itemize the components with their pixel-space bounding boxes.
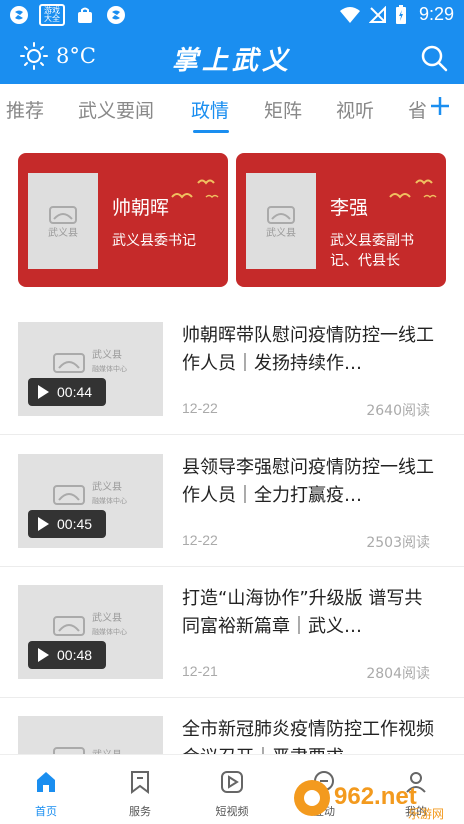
tab-wuyi-news[interactable]: 武义要闻 (78, 96, 154, 123)
add-channel-button[interactable] (426, 92, 454, 120)
app-screen: 游戏大全 9:29 8°C 掌上武义 推荐 武义要闻 政情 矩阵 视听 省 武义… (0, 0, 464, 824)
media-center-logo: 武义县 (52, 744, 122, 754)
tab-province[interactable]: 省 (408, 96, 427, 123)
tab-politics[interactable]: 政情 (191, 96, 229, 123)
sync-app-icon-2 (105, 4, 127, 26)
media-center-logo-icon (53, 616, 85, 636)
no-signal-icon (368, 5, 386, 23)
tab-audio-visual[interactable]: 视听 (336, 96, 374, 123)
video-duration-badge: 00:48 (28, 641, 106, 669)
play-icon (38, 517, 49, 531)
channel-tabs: 推荐 武义要闻 政情 矩阵 视听 省 (0, 84, 464, 136)
news-date: 12-21 (182, 663, 218, 679)
nav-home[interactable]: 首页 (6, 769, 86, 819)
video-thumbnail[interactable]: 武义县融媒体中心 00:44 (18, 322, 163, 416)
nav-service-label: 服务 (129, 805, 151, 818)
status-bar: 游戏大全 9:29 (0, 0, 464, 32)
leader-card[interactable]: 武义县 帅朝晖 武义县委书记 (18, 153, 228, 287)
watermark-logo-icon: 962.net 乐游网 (294, 780, 444, 821)
news-title[interactable]: 打造“山海协作”升级版 谱写共同富裕新篇章｜武义… (182, 585, 440, 641)
logo-line1: 武义县 (48, 228, 78, 239)
nav-short-video-label: 短视频 (215, 805, 249, 818)
logo-line1: 武义县 (266, 228, 296, 239)
system-icons: 9:29 (339, 4, 454, 25)
logo-line2: 融媒体中心 (92, 627, 127, 636)
logo-line2: 融媒体中心 (92, 496, 127, 505)
video-thumbnail[interactable]: 武义县 (18, 716, 163, 754)
leader-title: 武义县委副书记、代县长 (330, 233, 414, 269)
leader-title: 武义县委书记 (112, 233, 196, 249)
play-icon (38, 385, 49, 399)
app-logo-title: 掌上武义 (171, 46, 292, 76)
nav-service[interactable]: 服务 (100, 769, 180, 819)
search-button[interactable] (418, 42, 450, 74)
media-center-logo-icon (49, 206, 77, 224)
birds-decoration-icon (389, 179, 437, 199)
news-read-count: 2503阅读 (366, 535, 430, 551)
media-center-logo-icon (53, 747, 85, 754)
watermark-subtext: 乐游网 (408, 807, 444, 821)
plus-icon (431, 97, 449, 115)
notification-icons: 游戏大全 (8, 4, 127, 26)
play-icon (38, 648, 49, 662)
tab-recommend[interactable]: 推荐 (6, 96, 44, 123)
battery-charging-icon (395, 4, 406, 24)
leader-photo-placeholder: 武义县 (28, 173, 98, 269)
wifi-icon (339, 6, 360, 23)
news-title[interactable]: 县领导李强慰问疫情防控一线工作人员｜全力打赢疫… (182, 454, 440, 510)
active-tab-indicator (193, 130, 229, 133)
bookmark-icon (131, 771, 149, 794)
logo-line1: 武义县 (92, 349, 122, 361)
site-watermark: 962.net 乐游网 (290, 774, 460, 822)
media-center-logo-icon (53, 485, 85, 505)
game-app-badge: 游戏大全 (39, 4, 65, 26)
leader-name: 帅朝晖 (112, 197, 170, 219)
nav-home-label: 首页 (35, 805, 57, 818)
leader-card[interactable]: 武义县 李强 武义县委副书记、代县长 (236, 153, 446, 287)
news-title[interactable]: 帅朝晖带队慰问疫情防控一线工作人员｜发扬持续作… (182, 322, 440, 378)
video-thumbnail[interactable]: 武义县融媒体中心 00:48 (18, 585, 163, 679)
news-read-count: 2640阅读 (366, 403, 430, 419)
birds-decoration-icon (171, 179, 219, 199)
bag-icon (74, 4, 96, 26)
divider (0, 697, 464, 698)
media-center-logo: 武义县 融媒体中心 (52, 613, 127, 637)
tab-matrix[interactable]: 矩阵 (264, 96, 302, 123)
news-title[interactable]: 全市新冠肺炎疫情防控工作视频会议召开｜严肃要求… (182, 716, 440, 754)
video-duration: 00:48 (57, 647, 93, 663)
nav-short-video[interactable]: 短视频 (192, 769, 272, 819)
search-icon (421, 45, 448, 72)
video-duration-badge: 00:44 (28, 378, 106, 406)
divider (0, 566, 464, 567)
logo-line1: 武义县 (92, 481, 122, 493)
media-center-logo-icon (267, 206, 295, 224)
video-duration: 00:45 (57, 516, 93, 532)
logo-line1: 武义县 (92, 612, 122, 624)
media-center-logo: 武义县 融媒体中心 (52, 350, 127, 374)
leader-name: 李强 (330, 197, 369, 219)
clock: 9:29 (418, 4, 454, 24)
news-list-item[interactable]: 武义县 全市新冠肺炎疫情防控工作视频会议召开｜严肃要求… (0, 716, 464, 754)
news-date: 12-22 (182, 532, 218, 548)
news-date: 12-22 (182, 400, 218, 416)
video-duration-badge: 00:45 (28, 510, 106, 538)
media-center-logo: 武义县 融媒体中心 (52, 482, 127, 506)
play-icon (221, 771, 243, 793)
watermark-text: 962.net (334, 783, 417, 810)
media-center-logo-icon (53, 353, 85, 373)
sync-app-icon (8, 4, 30, 26)
divider (0, 434, 464, 435)
leader-photo-placeholder: 武义县 (246, 173, 316, 269)
app-header: 8°C 掌上武义 (0, 32, 464, 84)
logo-line2: 融媒体中心 (92, 364, 127, 373)
news-read-count: 2804阅读 (366, 666, 430, 682)
video-thumbnail[interactable]: 武义县融媒体中心 00:45 (18, 454, 163, 548)
home-icon (37, 772, 55, 792)
video-duration: 00:44 (57, 384, 93, 400)
